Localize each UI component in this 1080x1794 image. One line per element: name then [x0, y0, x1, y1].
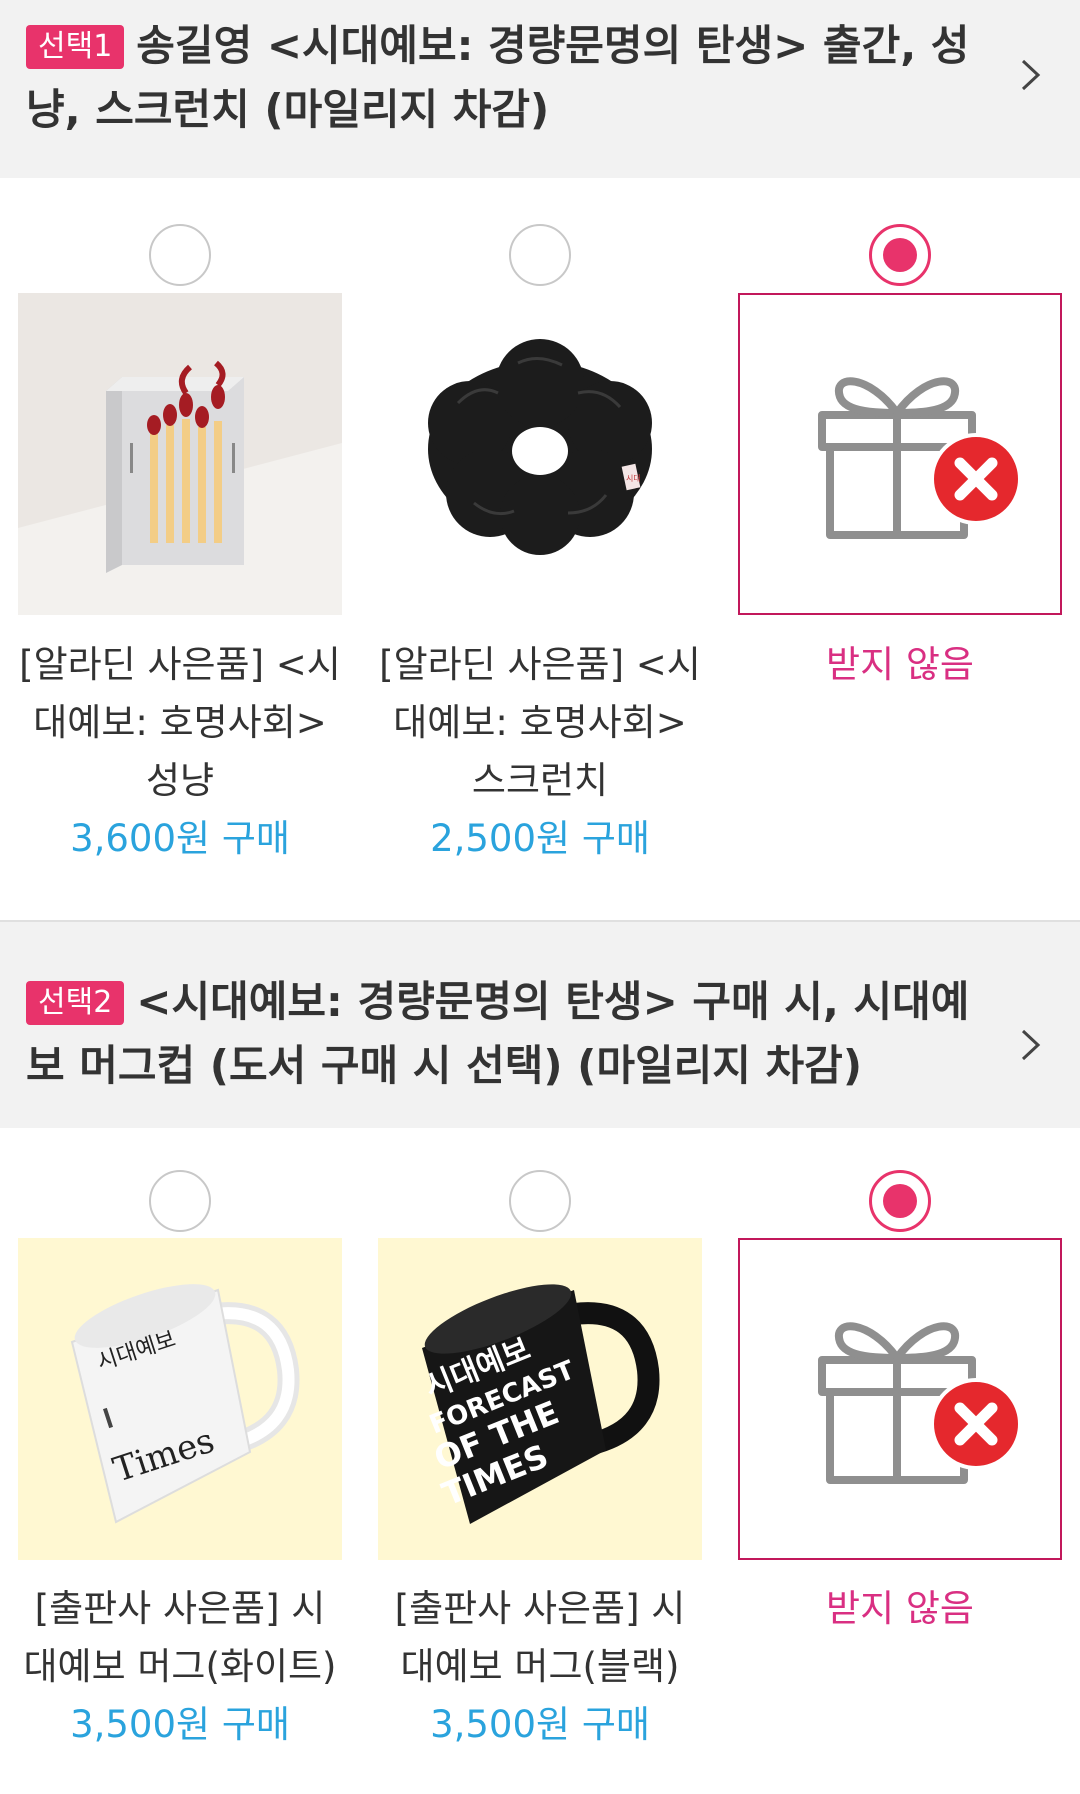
- gift-option-none[interactable]: 받지 않음: [738, 178, 1062, 920]
- product-image-scrunchie[interactable]: 시대: [378, 293, 702, 615]
- product-name-text[interactable]: [출판사 사은품] 시대예보 머그(화이트): [18, 1580, 342, 1696]
- product-name-text[interactable]: [알라딘 사은품] <시대예보: 호명사회> 스크런치: [378, 636, 702, 810]
- gift-option-white-mug[interactable]: 시대예보 Times [출판사 사은품] 시대예보 머그(화이트) 3,500원…: [18, 1128, 342, 1794]
- section-2-title: <시대예보: 경량문명의 탄생> 구매 시, 시대예보 머그컵 (도서 구매 시…: [26, 977, 970, 1090]
- chevron-right-icon[interactable]: [1010, 55, 1050, 95]
- gift-option-black-mug[interactable]: 시대예보 FORECAST OF THE TIMES [출판사 사은품] 시대예…: [378, 1128, 702, 1794]
- product-price[interactable]: 3,600원 구매: [18, 810, 342, 868]
- option-radio-selected[interactable]: [869, 224, 931, 286]
- no-gift-box[interactable]: [738, 293, 1062, 615]
- chevron-right-icon[interactable]: [1010, 1025, 1050, 1065]
- section-1-options: [알라딘 사은품] <시대예보: 호명사회> 성냥 3,600원 구매 시대 […: [0, 178, 1080, 920]
- product-name[interactable]: [출판사 사은품] 시대예보 머그(블랙) 3,500원 구매: [378, 1580, 702, 1754]
- option-radio-selected[interactable]: [869, 1170, 931, 1232]
- section-2-header[interactable]: 선택2 <시대예보: 경량문명의 탄생> 구매 시, 시대예보 머그컵 (도서 구…: [0, 920, 1080, 1128]
- no-gift-box[interactable]: [738, 1238, 1062, 1560]
- section-1-badge: 선택1: [26, 25, 125, 69]
- section-1-title-row: 선택1 송길영 <시대예보: 경량문명의 탄생> 출간, 성냥, 스크런치 (마일…: [26, 14, 990, 142]
- option-radio[interactable]: [149, 224, 211, 286]
- product-price[interactable]: 3,500원 구매: [378, 1696, 702, 1754]
- section-1-header[interactable]: 선택1 송길영 <시대예보: 경량문명의 탄생> 출간, 성냥, 스크런치 (마일…: [0, 0, 1080, 178]
- product-name[interactable]: [출판사 사은품] 시대예보 머그(화이트) 3,500원 구매: [18, 1580, 342, 1754]
- product-name[interactable]: [알라딘 사은품] <시대예보: 호명사회> 성냥 3,600원 구매: [18, 636, 342, 868]
- section-2-title-row: 선택2 <시대예보: 경량문명의 탄생> 구매 시, 시대예보 머그컵 (도서 구…: [26, 970, 990, 1098]
- product-image-white-mug[interactable]: 시대예보 Times: [18, 1238, 342, 1560]
- option-radio[interactable]: [509, 224, 571, 286]
- gift-option-matches[interactable]: [알라딘 사은품] <시대예보: 호명사회> 성냥 3,600원 구매: [18, 178, 342, 920]
- product-image-matches[interactable]: [18, 293, 342, 615]
- section-1-title: 송길영 <시대예보: 경량문명의 탄생> 출간, 성냥, 스크런치 (마일리지 …: [26, 21, 970, 134]
- option-radio[interactable]: [149, 1170, 211, 1232]
- product-name-text[interactable]: [출판사 사은품] 시대예보 머그(블랙): [378, 1580, 702, 1696]
- product-name[interactable]: [알라딘 사은품] <시대예보: 호명사회> 스크런치 2,500원 구매: [378, 636, 702, 868]
- product-name-text[interactable]: [알라딘 사은품] <시대예보: 호명사회> 성냥: [18, 636, 342, 810]
- section-2-options: 시대예보 Times [출판사 사은품] 시대예보 머그(화이트) 3,500원…: [0, 1128, 1080, 1794]
- product-image-black-mug[interactable]: 시대예보 FORECAST OF THE TIMES: [378, 1238, 702, 1560]
- svg-text:시대: 시대: [626, 474, 641, 483]
- gift-option-none[interactable]: 받지 않음: [738, 1128, 1062, 1794]
- decline-label[interactable]: 받지 않음: [738, 1580, 1062, 1638]
- gift-option-scrunchie[interactable]: 시대 [알라딘 사은품] <시대예보: 호명사회> 스크런치 2,500원 구매: [378, 178, 702, 920]
- product-price[interactable]: 3,500원 구매: [18, 1696, 342, 1754]
- section-2-badge: 선택2: [26, 981, 125, 1025]
- product-price[interactable]: 2,500원 구매: [378, 810, 702, 868]
- gift-cancel-icon: [818, 1322, 1022, 1484]
- decline-label[interactable]: 받지 않음: [738, 636, 1062, 694]
- option-radio[interactable]: [509, 1170, 571, 1232]
- gift-cancel-icon: [818, 377, 1022, 539]
